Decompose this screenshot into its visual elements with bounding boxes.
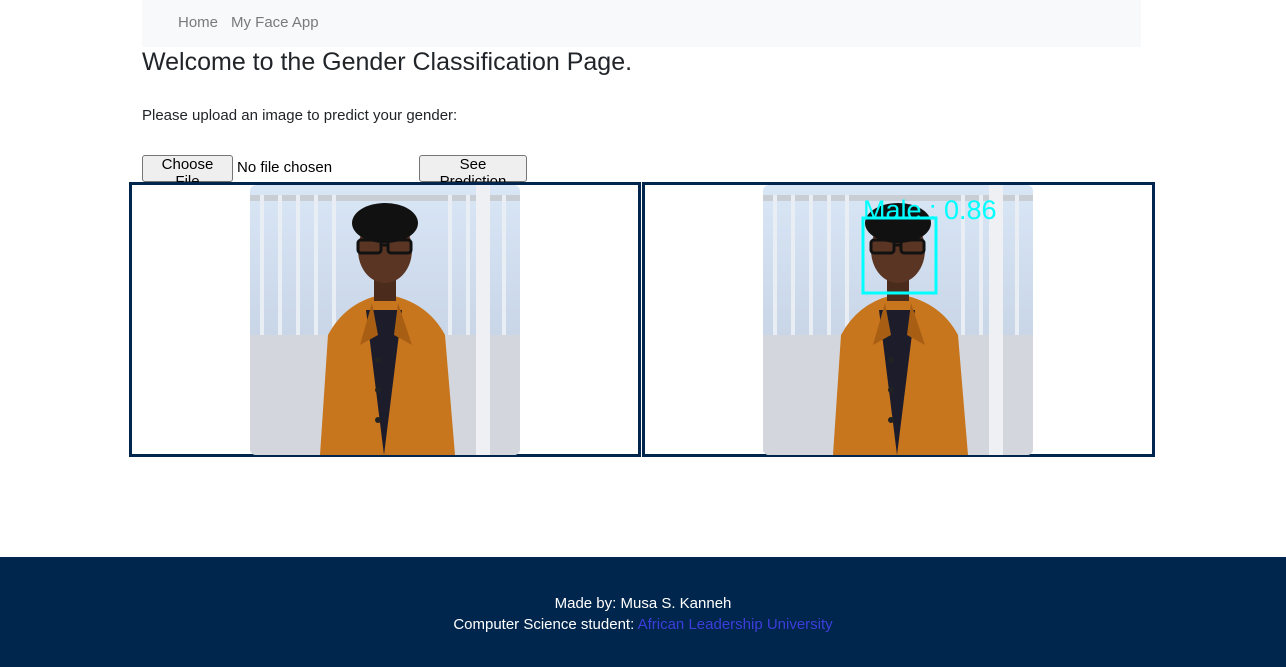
see-prediction-button[interactable]: See Prediction [419,155,527,190]
prediction-image-panel: Male : 0.86 [642,182,1155,457]
footer-student-line: Computer Science student: African Leader… [0,616,1286,633]
navbar: Home My Face App [142,0,1141,47]
university-link[interactable]: African Leadership University [638,616,833,633]
nav-my-face-app-link[interactable]: My Face App [231,14,319,31]
footer-student-prefix: Computer Science student: [453,616,638,633]
upload-instructions: Please upload an image to predict your g… [142,107,458,124]
choose-file-button[interactable]: Choose File [142,155,233,190]
original-photo [250,185,520,455]
prediction-photo: Male : 0.86 [763,185,1033,455]
file-status-text: No file chosen [237,159,333,176]
prediction-label: Male : 0.86 [863,195,997,225]
nav-home-link[interactable]: Home [178,14,218,31]
page-title: Welcome to the Gender Classification Pag… [142,48,633,76]
original-image-panel [129,182,641,457]
footer-author: Made by: Musa S. Kanneh [554,595,732,612]
footer: Made by: Musa S. Kanneh Computer Science… [0,557,1286,667]
